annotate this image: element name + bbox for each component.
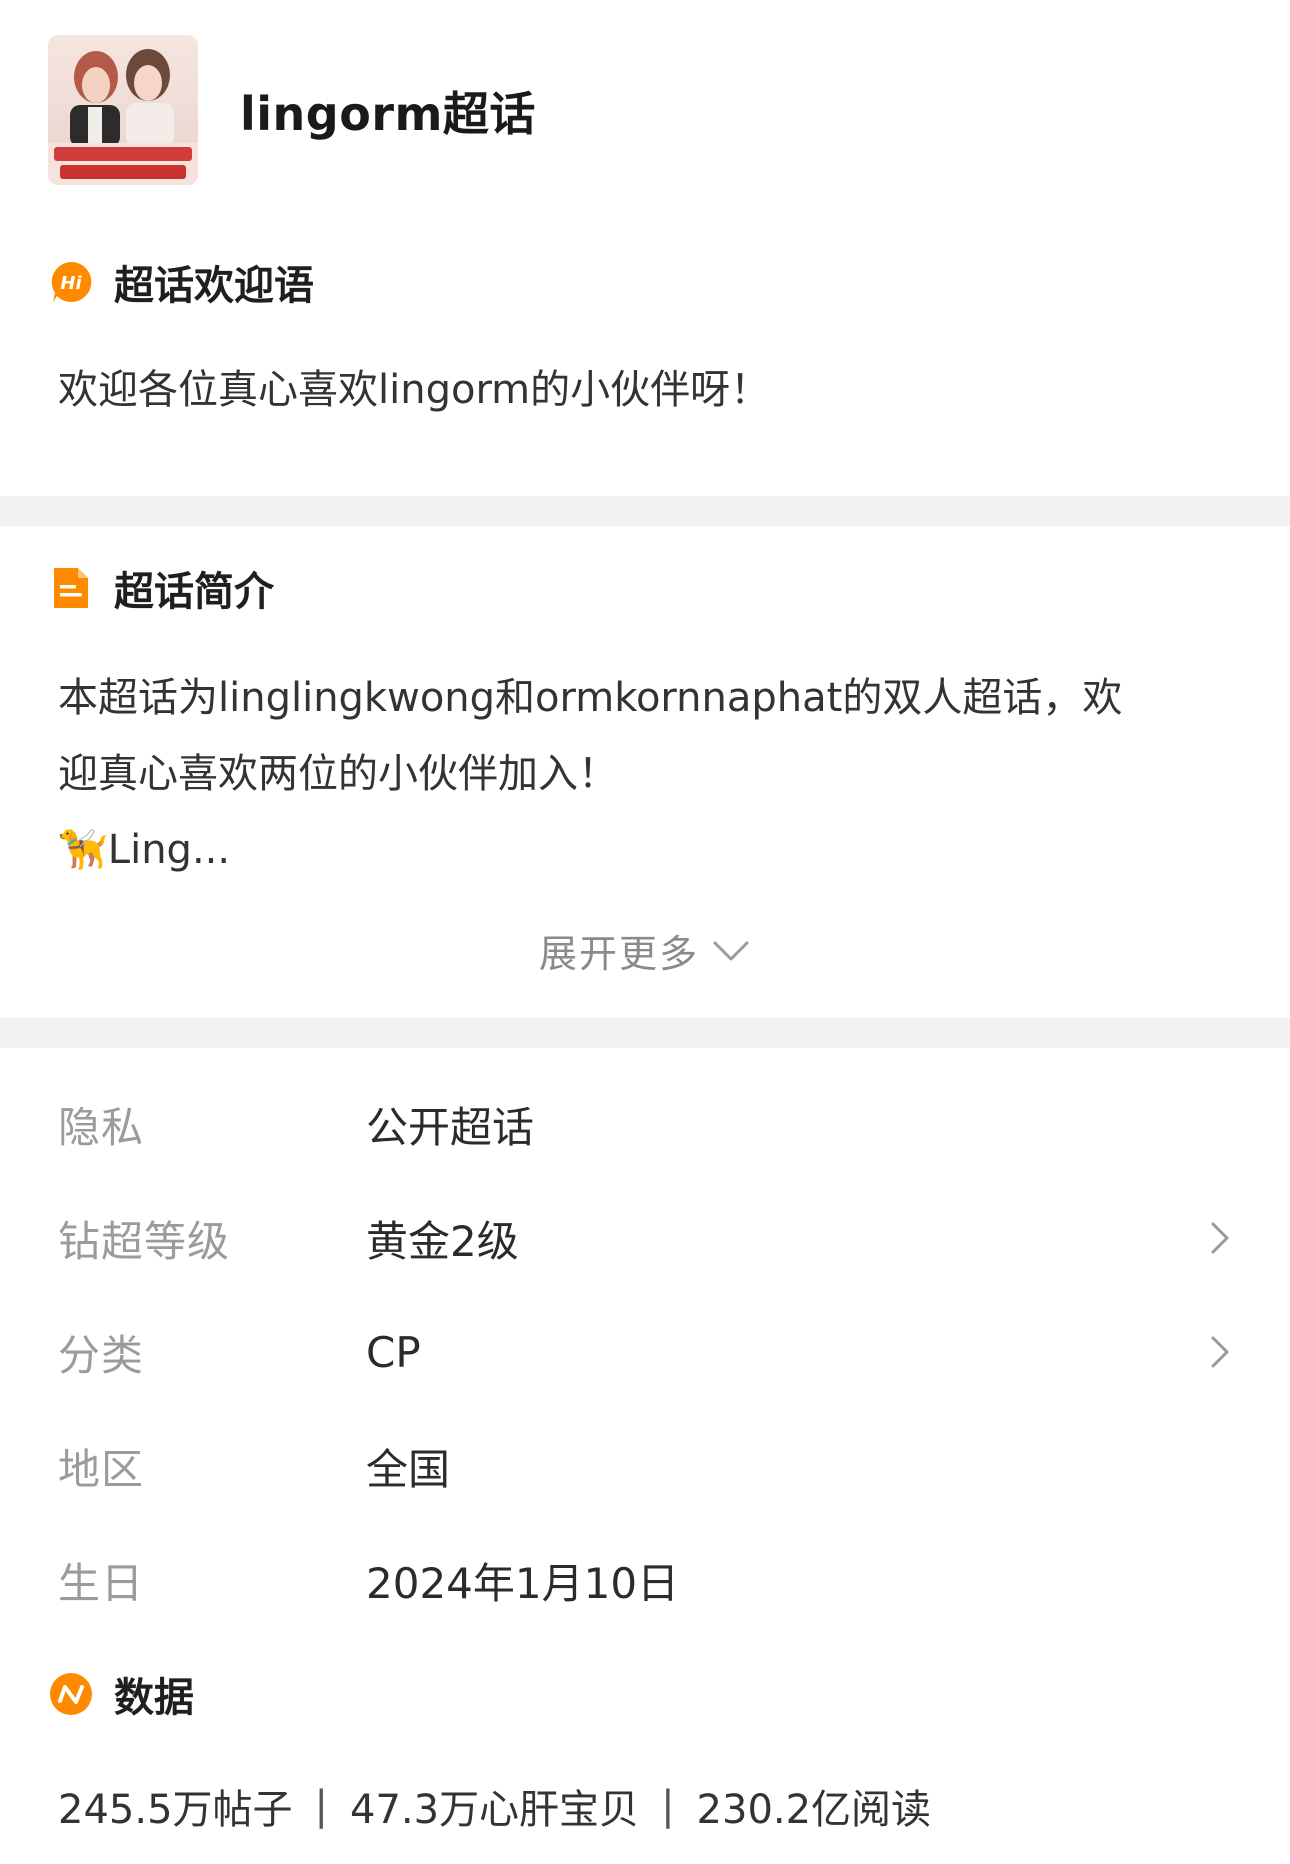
data-title: 数据 <box>114 1675 194 1721</box>
svg-text:Hi: Hi <box>60 273 82 294</box>
info-row-category[interactable]: 分类 CP <box>0 1312 1290 1392</box>
stats-separator: | <box>661 1783 675 1829</box>
info-row-birthday: 生日 2024年1月10日 <box>0 1540 1290 1620</box>
chevron-down-icon <box>713 941 749 961</box>
intro-line-1: 本超话为linglingkwong和ormkornnaphat的双人超话，欢 <box>58 675 1123 721</box>
hi-bubble-icon: Hi <box>51 261 92 302</box>
fans-count: 47.3万心肝宝贝 <box>350 1787 640 1833</box>
region-label: 地区 <box>58 1444 145 1494</box>
category-label: 分类 <box>58 1330 145 1380</box>
welcome-title: 超话欢迎语 <box>114 263 314 309</box>
birthday-value: 2024年1月10日 <box>366 1558 680 1608</box>
expand-more-button[interactable]: 展开更多 <box>0 920 1290 980</box>
topic-avatar[interactable] <box>48 35 198 185</box>
birthday-label: 生日 <box>58 1558 145 1608</box>
topic-stats: 245.5万帖子 | 47.3万心肝宝贝 | 230.2亿阅读 <box>58 1776 931 1836</box>
privacy-value: 公开超话 <box>366 1102 535 1152</box>
welcome-text: 欢迎各位真心喜欢lingorm的小伙伴呀！ <box>58 367 771 413</box>
section-divider <box>0 496 1290 526</box>
level-value: 黄金2级 <box>366 1216 519 1266</box>
data-section-header: 数据 <box>48 1664 194 1724</box>
intro-section-header: 超话简介 <box>48 558 274 618</box>
info-row-privacy: 隐私 公开超话 <box>0 1084 1290 1164</box>
level-label: 钻超等级 <box>58 1216 231 1266</box>
category-value: CP <box>366 1327 421 1377</box>
posts-count: 245.5万帖子 <box>58 1787 293 1833</box>
welcome-section-header: Hi 超话欢迎语 <box>48 252 314 312</box>
info-row-region: 地区 全国 <box>0 1426 1290 1506</box>
intro-line-2: 迎真心喜欢两位的小伙伴加入！ <box>58 751 618 797</box>
intro-title: 超话简介 <box>114 569 274 615</box>
region-value: 全国 <box>366 1444 451 1494</box>
stats-separator: | <box>314 1783 328 1829</box>
section-divider <box>0 1018 1290 1048</box>
chevron-right-icon <box>1211 1336 1229 1368</box>
chevron-right-icon <box>1211 1222 1229 1254</box>
document-icon <box>54 568 88 608</box>
topic-title: lingorm超话 <box>240 87 536 141</box>
privacy-label: 隐私 <box>58 1102 145 1152</box>
topic-header: lingorm超话 <box>0 0 1290 220</box>
intro-line-3: 🦮Ling... <box>58 827 231 873</box>
reads-count: 230.2亿阅读 <box>696 1787 932 1833</box>
info-row-level[interactable]: 钻超等级 黄金2级 <box>0 1198 1290 1278</box>
data-trend-icon <box>50 1673 92 1715</box>
expand-more-label: 展开更多 <box>538 931 699 976</box>
